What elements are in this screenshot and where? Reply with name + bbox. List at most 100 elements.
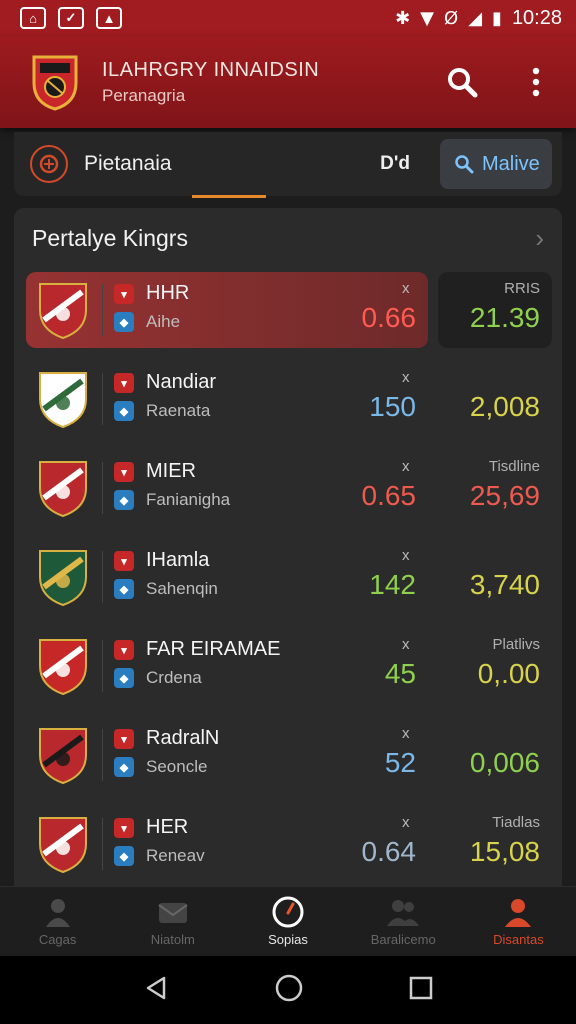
back-button[interactable] bbox=[142, 974, 170, 1007]
nav-item-cagas[interactable]: Cagas bbox=[0, 887, 115, 956]
close-mark: x bbox=[402, 725, 410, 742]
team-subtitle: Crdena bbox=[146, 668, 202, 687]
list-row[interactable]: ▾ ◆ FAR EIRAMAE Crdena x 45 Platlivs 0,.00 bbox=[26, 628, 552, 704]
shield-icon: ◆ bbox=[114, 401, 134, 421]
stat-value: 15,08 bbox=[469, 836, 540, 867]
team-value: 0.66 bbox=[361, 302, 417, 333]
team-name: MIER bbox=[146, 460, 196, 482]
close-mark: x bbox=[402, 547, 410, 564]
group-icon bbox=[386, 896, 420, 928]
league-badge-icon: ▾ bbox=[114, 818, 134, 838]
row-divider bbox=[102, 818, 103, 870]
bottom-nav: Cagas Niatolm Sopias Baralicemo Disantas bbox=[0, 886, 576, 956]
row-divider bbox=[102, 284, 103, 336]
list-header[interactable]: Pertalye Kingrs › bbox=[14, 208, 562, 268]
team-value: 0.65 bbox=[361, 480, 417, 511]
team-crest-icon bbox=[39, 817, 87, 874]
close-mark: x bbox=[402, 369, 410, 386]
stat-label: Platlivs bbox=[492, 636, 540, 653]
list-row[interactable]: ▾ ◆ HER Reneav x 0.64 Tiadlas 15,08 bbox=[26, 806, 552, 882]
nfc-icon: Ø bbox=[444, 7, 459, 29]
team-crest-icon bbox=[39, 550, 87, 607]
row-divider bbox=[102, 373, 103, 425]
stat-value: 0,.00 bbox=[477, 658, 540, 689]
row-divider bbox=[102, 729, 103, 781]
row-divider bbox=[102, 462, 103, 514]
app-subtitle: Peranagria bbox=[102, 85, 186, 105]
list-title: Pertalye Kingrs bbox=[32, 224, 188, 251]
signal-icon: ◢ bbox=[468, 7, 483, 29]
search-button[interactable] bbox=[442, 62, 482, 102]
league-badge-icon: ▾ bbox=[114, 284, 134, 304]
list-row[interactable]: ▾ ◆ HHR Aihe x 0.66 RRIS 21.39 bbox=[26, 272, 552, 348]
team-name: RadralN bbox=[146, 727, 220, 749]
league-badge-icon: ▾ bbox=[114, 373, 134, 393]
team-subtitle: Aihe bbox=[146, 312, 181, 331]
system-nav-bar bbox=[0, 956, 576, 1024]
stat-value: 25,69 bbox=[469, 480, 540, 511]
nav-label: Sopias bbox=[268, 932, 308, 947]
close-mark: x bbox=[402, 458, 410, 475]
league-badge-icon: ▾ bbox=[114, 640, 134, 660]
close-mark: x bbox=[402, 280, 410, 297]
user-alert-icon bbox=[501, 896, 535, 928]
status-bar: ⌂ ✓ ▲ ✱ ▼ Ø ◢ ▮ 10:28 bbox=[0, 0, 576, 36]
team-crest-icon bbox=[39, 639, 87, 696]
overflow-menu-button[interactable] bbox=[516, 62, 556, 102]
tab-indicator bbox=[192, 195, 266, 198]
shield-icon: ◆ bbox=[114, 312, 134, 332]
nav-item-niatolm[interactable]: Niatolm bbox=[115, 887, 230, 956]
nav-item-sopias[interactable]: Sopias bbox=[230, 887, 345, 956]
live-search-label: Malive bbox=[482, 152, 540, 175]
tab-active[interactable]: Pietanaia bbox=[84, 152, 172, 176]
app-title: ILAHRGRY INNAIDSIN bbox=[102, 58, 320, 81]
clock: 10:28 bbox=[511, 6, 562, 29]
search-icon bbox=[455, 155, 474, 174]
shield-icon: ◆ bbox=[114, 757, 134, 777]
bluetooth-icon: ✱ bbox=[395, 7, 411, 29]
team-name: HER bbox=[146, 816, 189, 838]
team-name: FAR EIRAMAE bbox=[146, 638, 281, 660]
nav-item-baralicemo[interactable]: Baralicemo bbox=[346, 887, 461, 956]
list-row[interactable]: ▾ ◆ Nandiar Raenata x 150 2,008 bbox=[26, 361, 552, 437]
shield-icon: ◆ bbox=[114, 846, 134, 866]
nav-label: Baralicemo bbox=[370, 932, 436, 947]
nav-label: Niatolm bbox=[150, 932, 195, 947]
close-mark: x bbox=[402, 814, 410, 831]
list-row[interactable]: ▾ ◆ RadralN Seoncle x 52 0,006 bbox=[26, 717, 552, 793]
team-value: 150 bbox=[369, 391, 416, 422]
club-logo-icon bbox=[32, 55, 78, 111]
app-screen: ⌂ ✓ ▲ ✱ ▼ Ø ◢ ▮ 10:28 ILAHRGRY INNAIDSIN… bbox=[0, 0, 576, 1024]
ball-icon bbox=[30, 145, 68, 183]
chevron-right-icon: › bbox=[535, 222, 544, 253]
home-button[interactable] bbox=[274, 973, 304, 1008]
team-value: 142 bbox=[369, 569, 416, 600]
gauge-icon bbox=[271, 896, 305, 928]
team-value: 45 bbox=[384, 658, 416, 689]
team-subtitle: Reneav bbox=[146, 846, 205, 865]
team-subtitle: Fanianigha bbox=[146, 490, 231, 509]
stat-value: 2,008 bbox=[469, 391, 540, 422]
nav-label: Cagas bbox=[38, 932, 77, 947]
team-name: HHR bbox=[146, 282, 190, 304]
mail-icon bbox=[156, 896, 190, 928]
battery-icon: ▮ bbox=[492, 7, 502, 29]
shield-icon: ◆ bbox=[114, 490, 134, 510]
recents-square-icon bbox=[409, 976, 433, 999]
list-row[interactable]: ▾ ◆ IHamla Sahenqin x 142 3,740 bbox=[26, 539, 552, 615]
team-crest-icon bbox=[39, 461, 87, 518]
league-badge-icon: ▾ bbox=[114, 729, 134, 749]
home-icon: ⌂ bbox=[20, 7, 46, 29]
nav-item-disantas[interactable]: Disantas bbox=[461, 887, 576, 956]
back-triangle-icon bbox=[146, 976, 166, 999]
person-icon bbox=[41, 896, 75, 928]
check-icon: ✓ bbox=[58, 7, 84, 29]
live-search-button[interactable]: Malive bbox=[440, 139, 552, 189]
recents-button[interactable] bbox=[408, 975, 434, 1006]
stat-value: 21.39 bbox=[469, 302, 540, 333]
tab-dropdown[interactable]: D'd bbox=[380, 153, 410, 175]
home-circle-icon bbox=[275, 974, 303, 1001]
stat-label: Tisdline bbox=[488, 458, 540, 475]
list-row[interactable]: ▾ ◆ MIER Fanianigha x 0.65 Tisdline 25,69 bbox=[26, 450, 552, 526]
stat-value: 0,006 bbox=[469, 747, 540, 778]
